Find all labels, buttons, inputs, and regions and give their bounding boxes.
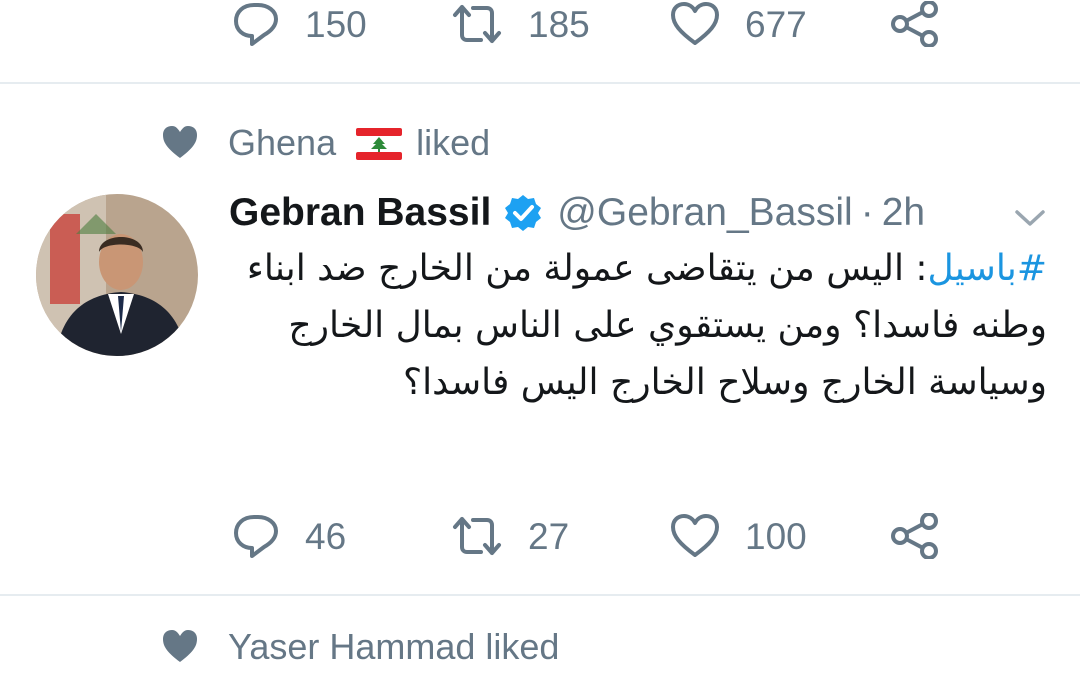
lebanon-flag-icon	[356, 127, 403, 160]
share-icon	[891, 1, 938, 47]
tweet-timestamp[interactable]: 2h	[882, 191, 925, 235]
hashtag-link[interactable]: #باسيل	[928, 248, 1047, 289]
author-handle[interactable]: @Gebran_Bassil	[557, 191, 852, 235]
retweet-icon	[453, 5, 501, 43]
tweet-action-bar: 46 27 100	[0, 506, 1080, 566]
avatar[interactable]	[36, 194, 198, 356]
like-count: 677	[745, 3, 807, 45]
tweet-divider	[0, 82, 1080, 84]
reply-button[interactable]: 46	[232, 506, 346, 566]
liker-name: Ghena	[228, 122, 337, 163]
verified-badge-icon	[505, 195, 542, 231]
tweet-divider	[0, 594, 1080, 596]
tweet-text: #باسيل: اليس من يتقاضى عمولة من الخارج ض…	[229, 240, 1047, 411]
tweet-header: Gebran Bassil @Gebran_Bassil · 2h	[229, 188, 925, 238]
retweet-icon	[453, 517, 501, 555]
retweet-count: 27	[528, 515, 570, 557]
social-context-text: Yaser Hammad liked	[228, 626, 560, 667]
reply-count: 150	[305, 3, 367, 45]
heart-icon	[671, 514, 719, 557]
chevron-down-icon[interactable]	[1012, 206, 1048, 230]
like-button[interactable]: 100	[670, 506, 807, 566]
heart-icon	[671, 2, 719, 45]
retweet-button[interactable]: 27	[451, 506, 569, 566]
reply-button[interactable]: 150	[232, 0, 367, 54]
reply-count: 46	[305, 515, 347, 557]
author-name[interactable]: Gebran Bassil	[229, 191, 491, 235]
like-button[interactable]: 677	[670, 0, 807, 54]
reply-icon	[234, 515, 278, 558]
liked-label: liked	[416, 122, 491, 163]
social-context[interactable]: Ghena liked	[160, 118, 490, 168]
separator: ·	[860, 191, 874, 234]
reply-icon	[234, 3, 278, 46]
retweet-button[interactable]: 185	[451, 0, 590, 54]
heart-icon	[163, 630, 197, 662]
social-context[interactable]: Yaser Hammad liked	[160, 622, 559, 672]
share-icon	[891, 513, 938, 559]
share-button[interactable]	[890, 0, 940, 54]
retweet-count: 185	[528, 3, 590, 45]
heart-icon	[163, 126, 197, 158]
top-tweet-action-bar: 150 185 677	[0, 0, 1080, 54]
share-button[interactable]	[890, 506, 940, 566]
like-count: 100	[745, 515, 807, 557]
